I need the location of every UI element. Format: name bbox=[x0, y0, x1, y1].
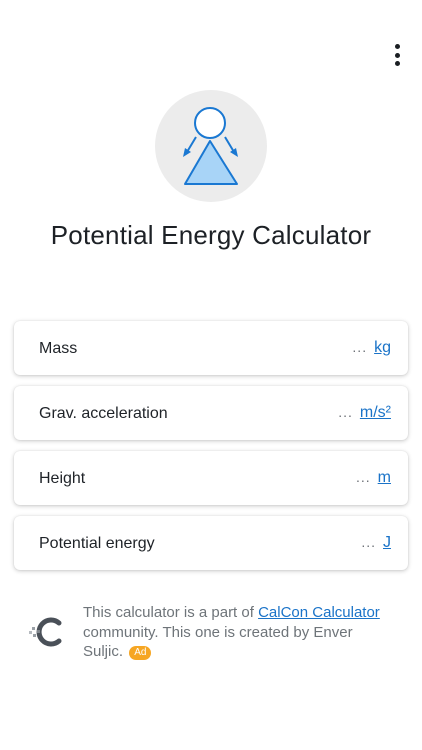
field-label: Height bbox=[39, 470, 86, 487]
mass-field[interactable]: Mass ... kg bbox=[14, 321, 408, 375]
field-placeholder: ... bbox=[356, 469, 371, 485]
unit-selector-j[interactable]: J bbox=[383, 534, 391, 552]
page-title: Potential Energy Calculator bbox=[50, 220, 372, 250]
unit-selector-m-s2[interactable]: m/s² bbox=[360, 404, 391, 422]
field-placeholder: ... bbox=[361, 534, 376, 550]
potential-energy-field[interactable]: Potential energy ... J bbox=[14, 516, 408, 570]
more-options-button[interactable] bbox=[392, 44, 402, 66]
footer-text-before: This calculator is a part of bbox=[83, 604, 259, 621]
potential-energy-person-icon bbox=[183, 107, 238, 185]
field-label: Mass bbox=[39, 340, 78, 357]
footer-credits: This calculator is a part of CalCon Calc… bbox=[83, 603, 383, 662]
height-field[interactable]: Height ... m bbox=[14, 451, 408, 505]
field-label: Grav. acceleration bbox=[39, 405, 168, 422]
field-placeholder: ... bbox=[338, 404, 353, 420]
grav-acceleration-field[interactable]: Grav. acceleration ... m/s² bbox=[14, 386, 408, 440]
calculator-logo bbox=[155, 90, 267, 202]
more-vertical-icon bbox=[394, 44, 400, 49]
ad-badge[interactable]: Ad bbox=[129, 646, 152, 660]
field-placeholder: ... bbox=[352, 339, 368, 355]
calcon-logo-icon bbox=[29, 617, 62, 647]
footer-text-after: community. This one is created by Enver … bbox=[83, 623, 353, 661]
calcon-calculator-link[interactable]: CalCon Calculator bbox=[258, 604, 380, 621]
unit-selector-kg[interactable]: kg bbox=[374, 339, 391, 357]
field-label: Potential energy bbox=[39, 535, 155, 552]
unit-selector-m[interactable]: m bbox=[378, 469, 391, 487]
